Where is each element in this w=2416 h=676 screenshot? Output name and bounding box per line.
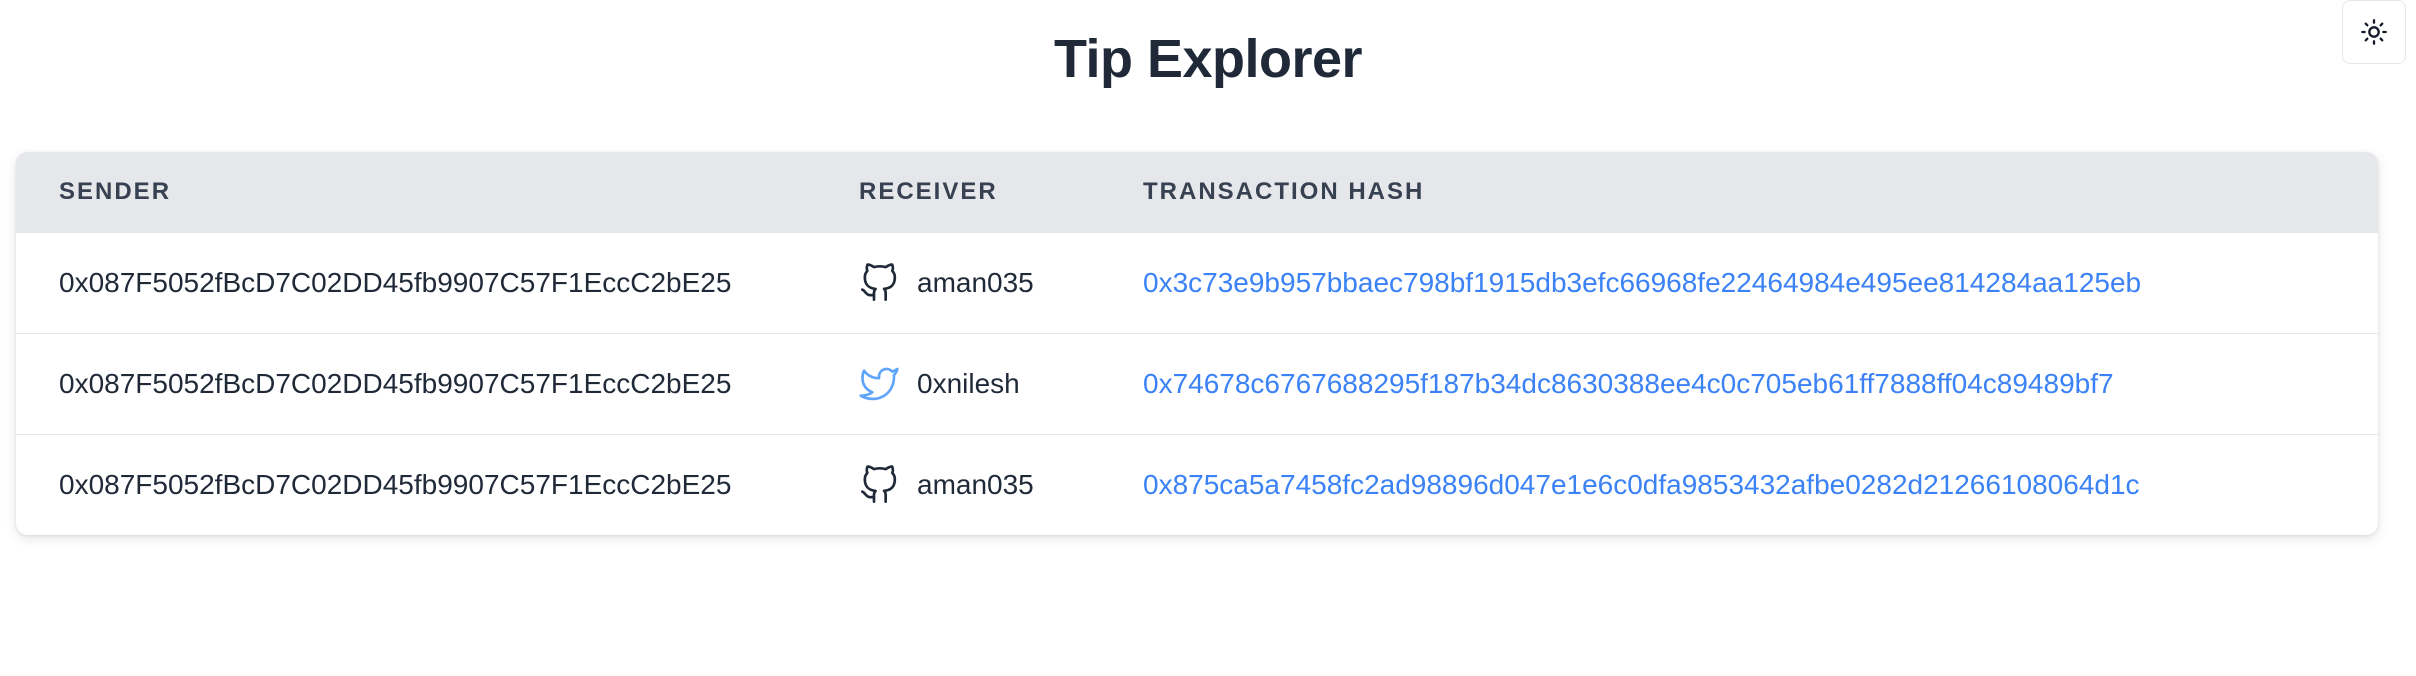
github-icon xyxy=(861,465,897,503)
table-header-row: SENDER RECEIVER TRANSACTION HASH xyxy=(16,152,2378,232)
receiver-handle: 0xnilesh xyxy=(917,367,1020,399)
transaction-hash-link[interactable]: 0x875ca5a7458fc2ad98896d047e1e6c0dfa9853… xyxy=(1143,469,2140,500)
theme-toggle-button[interactable] xyxy=(2342,0,2406,64)
github-icon xyxy=(861,262,897,301)
table-row: 0x087F5052fBcD7C02DD45fb9907C57F1EccC2bE… xyxy=(16,232,2378,333)
sun-icon xyxy=(2361,19,2387,45)
table-row: 0x087F5052fBcD7C02DD45fb9907C57F1EccC2bE… xyxy=(16,333,2378,434)
receiver-handle: aman035 xyxy=(917,266,1034,298)
header-receiver: RECEIVER xyxy=(859,177,998,205)
header-transaction-hash: TRANSACTION HASH xyxy=(1143,177,1425,205)
receiver-cell: aman035 xyxy=(859,434,1143,535)
table-row: 0x087F5052fBcD7C02DD45fb9907C57F1EccC2bE… xyxy=(16,434,2378,535)
header-sender: SENDER xyxy=(59,177,172,205)
receiver-handle: aman035 xyxy=(917,468,1034,500)
tips-table-card: SENDER RECEIVER TRANSACTION HASH 0x087F5… xyxy=(16,152,2378,535)
transaction-hash-link[interactable]: 0x74678c6767688295f187b34dc8630388ee4c0c… xyxy=(1143,368,2114,399)
receiver-cell: aman035 xyxy=(859,232,1143,333)
transaction-hash-link[interactable]: 0x3c73e9b957bbaec798bf1915db3efc66968fe2… xyxy=(1143,267,2141,298)
page-title: Tip Explorer xyxy=(1053,29,1363,89)
hash-cell: 0x74678c6767688295f187b34dc8630388ee4c0c… xyxy=(1143,333,2378,434)
sender-address: 0x087F5052fBcD7C02DD45fb9907C57F1EccC2bE… xyxy=(59,266,732,298)
table-body: 0x087F5052fBcD7C02DD45fb9907C57F1EccC2bE… xyxy=(16,232,2378,535)
sender-address: 0x087F5052fBcD7C02DD45fb9907C57F1EccC2bE… xyxy=(59,468,732,500)
sender-address: 0x087F5052fBcD7C02DD45fb9907C57F1EccC2bE… xyxy=(59,367,732,399)
hash-cell: 0x875ca5a7458fc2ad98896d047e1e6c0dfa9853… xyxy=(1143,434,2378,535)
table-header: SENDER RECEIVER TRANSACTION HASH xyxy=(16,152,2378,232)
hash-cell: 0x3c73e9b957bbaec798bf1915db3efc66968fe2… xyxy=(1143,232,2378,333)
tips-table: SENDER RECEIVER TRANSACTION HASH 0x087F5… xyxy=(16,152,2378,535)
page: Tip Explorer SENDER RECEIVER TRANSACTION… xyxy=(0,0,2416,676)
twitter-icon xyxy=(859,367,899,400)
receiver-cell: 0xnilesh xyxy=(859,333,1143,434)
